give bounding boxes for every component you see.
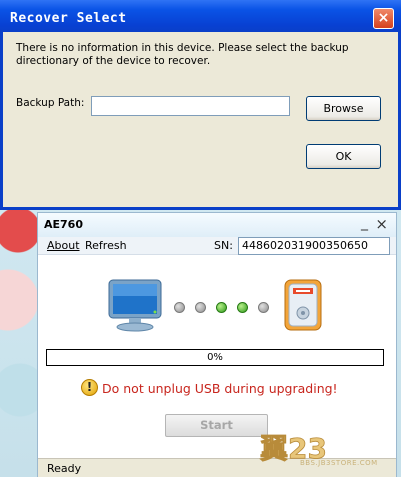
- status-dot: [258, 302, 269, 313]
- device-icon: [284, 279, 322, 335]
- watermark-subtext: BBS.JB3STORE.COM: [300, 459, 378, 467]
- sn-label: SN:: [214, 239, 233, 252]
- warning-message: Do not unplug USB during upgrading!: [102, 381, 338, 396]
- status-dot: [237, 302, 248, 313]
- progress-text: 0%: [207, 352, 223, 363]
- info-message: There is no information in this device. …: [16, 42, 349, 67]
- minimize-button[interactable]: _: [361, 215, 368, 231]
- warning-icon: !: [81, 379, 98, 396]
- status-dot: [216, 302, 227, 313]
- connection-dots: [174, 302, 269, 313]
- window-title: AE760: [44, 218, 83, 231]
- dialog-title: Recover Select: [10, 11, 127, 26]
- window-close-button[interactable]: ×: [375, 215, 388, 233]
- computer-icon: [108, 279, 164, 337]
- recover-select-dialog: Recover Select × There is no information…: [0, 0, 401, 210]
- ok-button[interactable]: OK: [306, 144, 381, 169]
- menu-about[interactable]: About: [47, 239, 80, 252]
- close-icon: ×: [377, 10, 390, 26]
- start-button[interactable]: Start: [165, 414, 268, 437]
- window-title-bar[interactable]: AE760 _ ×: [38, 213, 396, 238]
- status-dot: [195, 302, 206, 313]
- menu-refresh[interactable]: Refresh: [85, 239, 127, 252]
- upgrade-progress-bar: 0%: [46, 349, 384, 366]
- browse-button[interactable]: Browse: [306, 96, 381, 121]
- dialog-title-bar[interactable]: Recover Select: [0, 0, 401, 32]
- status-dot: [174, 302, 185, 313]
- status-text: Ready: [47, 462, 82, 475]
- serial-number-field[interactable]: 448602031900350650: [238, 237, 390, 255]
- backup-path-input[interactable]: [91, 96, 290, 116]
- backup-path-label: Backup Path:: [16, 97, 85, 109]
- dialog-close-button[interactable]: ×: [373, 8, 394, 29]
